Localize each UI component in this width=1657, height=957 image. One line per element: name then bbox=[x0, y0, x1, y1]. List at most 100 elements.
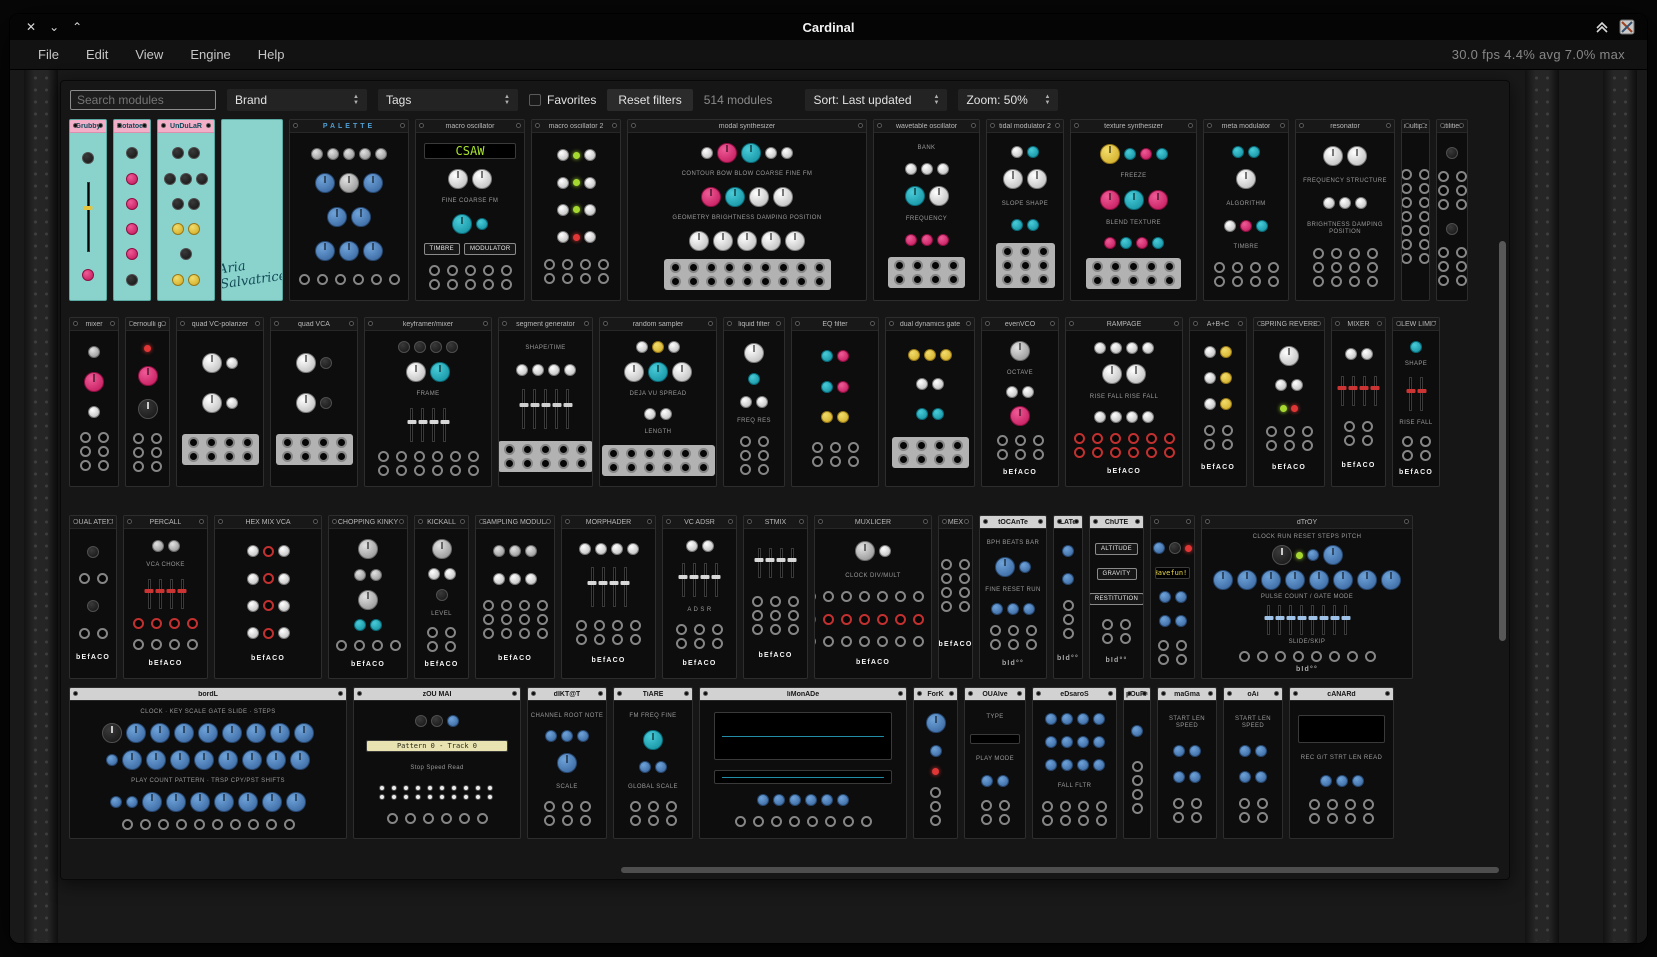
module-module[interactable]: Aria Salvatrice bbox=[221, 119, 283, 301]
module-chopping-kinky[interactable]: CHOPPING KINKYbEfACO bbox=[328, 515, 408, 679]
module-late[interactable]: LATebId°° bbox=[1053, 515, 1083, 679]
module-random-sampler[interactable]: random samplerDEJA VU SPREADLENGTH bbox=[599, 317, 717, 487]
module-mex[interactable]: MEXbEfACO bbox=[938, 515, 973, 679]
module-magma[interactable]: maGmaSTART LEN SPEED bbox=[1157, 687, 1217, 839]
shade-chevrons-icon[interactable] bbox=[1594, 19, 1610, 35]
module-a-b-c[interactable]: A+B+CbEfACO bbox=[1189, 317, 1247, 487]
panel-button[interactable]: TIMBRE bbox=[424, 243, 460, 255]
module-quad-vca[interactable]: quad VCA bbox=[270, 317, 358, 487]
panel-label: FREQUENCY STRUCTURE bbox=[1303, 178, 1387, 185]
module-dikt-t[interactable]: dIKT@TCHANNEL ROOT NOTESCALE bbox=[527, 687, 607, 839]
module-stmix[interactable]: STMIXbEfACO bbox=[743, 515, 808, 679]
module-dual-dynamics-gate[interactable]: dual dynamics gate bbox=[885, 317, 975, 487]
panel-button[interactable]: MODULATOR bbox=[464, 243, 516, 255]
module-macro-oscillator-2[interactable]: macro oscillator 2 bbox=[531, 119, 621, 301]
knob bbox=[713, 231, 733, 251]
module-evenvco[interactable]: evenVCOOCTAVEbEfACO bbox=[981, 317, 1059, 487]
panel-label: CHANNEL ROOT NOTE bbox=[531, 713, 603, 720]
module-mixer[interactable]: mixer bbox=[69, 317, 119, 487]
module-quad-vc-polarizer[interactable]: quad VC-polarizer bbox=[176, 317, 264, 487]
module-grubby[interactable]: Grubby bbox=[69, 119, 107, 301]
module-meta-modulator[interactable]: meta modulatorALGORITHMTIMBRE bbox=[1203, 119, 1289, 301]
module-ouaive[interactable]: OUAIveTYPEPLAY MODE bbox=[964, 687, 1026, 839]
module-utilities[interactable]: utilities bbox=[1436, 119, 1468, 301]
screw-icon bbox=[603, 321, 608, 326]
menu-view[interactable]: View bbox=[135, 47, 163, 62]
module-module[interactable]: Havefun!! bbox=[1150, 515, 1195, 679]
search-input[interactable] bbox=[70, 90, 216, 110]
minimize-button[interactable]: ⌄ bbox=[49, 14, 59, 40]
menu-help[interactable]: Help bbox=[258, 47, 285, 62]
fader-cap bbox=[530, 403, 539, 407]
jack bbox=[676, 638, 687, 649]
module-chute[interactable]: ChUTEALTITUDEGRAVITYRESTITUTIONbId°° bbox=[1089, 515, 1144, 679]
module-percall[interactable]: PERCALLVCA CHOKEbEfACO bbox=[123, 515, 208, 679]
module-fork[interactable]: ForK bbox=[913, 687, 958, 839]
knob-row bbox=[1102, 364, 1146, 384]
module-dual-atenuverter[interactable]: DUAL ATENUVERTERbEfACO bbox=[69, 515, 117, 679]
module-limonade[interactable]: liMonADe bbox=[699, 687, 907, 839]
module-macro-oscillator[interactable]: macro oscillatorCSAWFINE COARSE FMTIMBRE… bbox=[415, 119, 525, 301]
tags-dropdown[interactable]: Tags ▲▼ bbox=[378, 89, 518, 111]
horizontal-scrollbar[interactable] bbox=[621, 867, 1499, 873]
knob-row bbox=[916, 378, 944, 390]
module-texture-synthesizer[interactable]: texture synthesizerFREEZEBLEND TEXTURE bbox=[1070, 119, 1197, 301]
module-edsaros[interactable]: eDsaroSFALL FLTR bbox=[1032, 687, 1117, 839]
module-hex-mix-vca[interactable]: HEX MIX VCAbEfACO bbox=[214, 515, 322, 679]
module-rampage[interactable]: RAMPAGERISE FALL RISE FALLbEfACO bbox=[1065, 317, 1183, 487]
vertical-scrollbar[interactable] bbox=[1499, 241, 1506, 641]
module-poupre[interactable]: pOuPre bbox=[1123, 687, 1151, 839]
module-bordl[interactable]: bordLCLOCK · KEY SCALE GATE SLIDE · STEP… bbox=[69, 687, 347, 839]
jack bbox=[483, 628, 494, 639]
maximize-button[interactable]: ⌃ bbox=[72, 14, 82, 40]
module-rotatoes[interactable]: Rotatoes bbox=[113, 119, 151, 301]
zoom-dropdown[interactable]: Zoom: 50% ▲▼ bbox=[958, 89, 1058, 111]
module-modal-synthesizer[interactable]: modal synthesizerCONTOUR BOW BLOW COARSE… bbox=[627, 119, 867, 301]
module-tidal-modulator-2[interactable]: tidal modulator 2SLOPE SHAPE bbox=[986, 119, 1064, 301]
module-canard[interactable]: cANARdREC G/T STRT LEN READ bbox=[1289, 687, 1394, 839]
menu-file[interactable]: File bbox=[38, 47, 59, 62]
menu-engine[interactable]: Engine bbox=[190, 47, 230, 62]
jack bbox=[537, 614, 548, 625]
module-segment-generator[interactable]: segment generatorSHAPE/TIME bbox=[498, 317, 593, 487]
module-undular[interactable]: UnDuLaR bbox=[157, 119, 215, 301]
module-muxlicer[interactable]: MUXLICERCLOCK DIV/MULTbEfACO bbox=[814, 515, 932, 679]
module-spring-reverb[interactable]: SPRING REVERBbEfACO bbox=[1253, 317, 1325, 487]
module-resonator[interactable]: resonatorFREQUENCY STRUCTUREBRIGHTNESS D… bbox=[1295, 119, 1395, 301]
pad bbox=[415, 794, 421, 800]
panel-button[interactable]: RESTITUTION bbox=[1090, 593, 1143, 605]
module-oai[interactable]: oAiSTART LEN SPEED bbox=[1223, 687, 1283, 839]
module-kickall[interactable]: KICKALLLEVELbEfACO bbox=[414, 515, 469, 679]
jack-grid bbox=[1312, 248, 1379, 287]
module-liquid-filter[interactable]: liquid filterFREQ RES bbox=[723, 317, 785, 487]
menu-edit[interactable]: Edit bbox=[86, 47, 108, 62]
reset-filters-button[interactable]: Reset filters bbox=[607, 89, 692, 111]
module-wavetable-oscillator[interactable]: wavetable oscillatorBANKFREQUENCY bbox=[873, 119, 980, 301]
jack bbox=[760, 262, 771, 273]
sort-dropdown[interactable]: Sort: Last updated ▲▼ bbox=[805, 89, 947, 111]
module-tocante[interactable]: tOCAnTeBPH BEATS BARFINE RESET RUNbId°° bbox=[979, 515, 1047, 679]
module-zo-ma[interactable]: zOÙ MAÏPattern 0 - Track 0Stop Speed Rea… bbox=[353, 687, 521, 839]
module-mixer[interactable]: MIXERbEfACO bbox=[1331, 317, 1386, 487]
knob-row bbox=[164, 173, 208, 185]
module-slew-limiter[interactable]: SLEW LIMITERSHAPERISE FALLbEfACO bbox=[1392, 317, 1440, 487]
module-eq-filter[interactable]: EQ filter bbox=[791, 317, 879, 487]
fader bbox=[613, 567, 616, 607]
module-multiples[interactable]: multiples bbox=[1401, 119, 1430, 301]
favorites-checkbox[interactable] bbox=[529, 94, 541, 106]
knob bbox=[1173, 771, 1185, 783]
panel-button[interactable]: GRAVITY bbox=[1097, 568, 1137, 580]
module-palette[interactable]: PALETTE bbox=[289, 119, 409, 301]
knob-row bbox=[1204, 398, 1232, 410]
module-morphader[interactable]: MORPHADERbEfACO bbox=[561, 515, 656, 679]
module-tiare[interactable]: TiAREFM FREQ FINEGLOBAL SCALE bbox=[613, 687, 693, 839]
brand-dropdown[interactable]: Brand ▲▼ bbox=[227, 89, 367, 111]
module-dtroy[interactable]: dTrOYCLOCK RUN RESET STEPS PITCHPULSE CO… bbox=[1201, 515, 1413, 679]
module-vc-adsr[interactable]: VC ADSRA D S RbEfACO bbox=[662, 515, 737, 679]
module-bernoulli-gate[interactable]: bernoulli gate bbox=[125, 317, 170, 487]
panel-button[interactable]: ALTITUDE bbox=[1095, 543, 1138, 555]
module-keyframer-mixer[interactable]: keyframer/mixerFRAME bbox=[364, 317, 492, 487]
panel-label: Stop Speed Read bbox=[410, 765, 463, 772]
module-sampling-modulator[interactable]: SAMPLING MODULATORbEfACO bbox=[475, 515, 555, 679]
close-button[interactable]: ✕ bbox=[26, 14, 36, 40]
